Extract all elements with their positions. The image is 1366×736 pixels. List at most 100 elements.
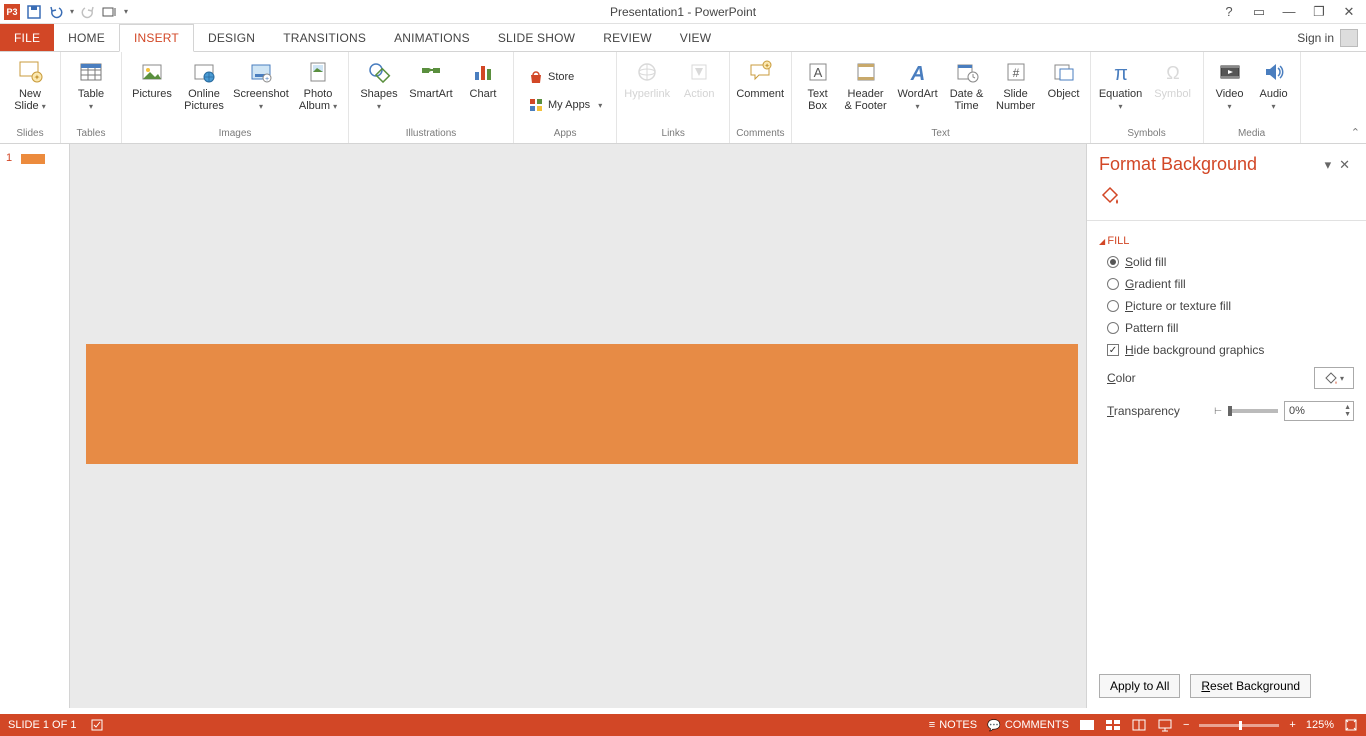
new-slide-button[interactable]: ✦ New Slide ▾ <box>6 54 54 113</box>
title-bar: P3 ▾ ▾ Presentation1 - PowerPoint ? ▭ — … <box>0 0 1366 24</box>
pictures-label: Pictures <box>132 88 172 100</box>
group-images: Pictures Online Pictures + Screenshot▾ Ph… <box>122 52 349 143</box>
slideshow-view-icon[interactable] <box>1157 718 1173 732</box>
close-icon[interactable]: ✕ <box>1340 4 1358 20</box>
table-button[interactable]: Table▾ <box>67 54 115 113</box>
undo-icon[interactable] <box>48 4 64 20</box>
online-pictures-button[interactable]: Online Pictures <box>180 54 228 112</box>
text-box-button[interactable]: AText Box <box>798 54 838 112</box>
video-button[interactable]: Video▾ <box>1210 54 1250 113</box>
normal-view-icon[interactable] <box>1079 718 1095 732</box>
tab-home[interactable]: HOME <box>54 24 119 51</box>
my-apps-button[interactable]: My Apps ▾ <box>524 95 606 115</box>
tab-view[interactable]: VIEW <box>666 24 725 51</box>
svg-text:+: + <box>265 76 269 83</box>
pictures-button[interactable]: Pictures <box>128 54 176 100</box>
screenshot-button[interactable]: + Screenshot▾ <box>232 54 290 113</box>
slide-sorter-icon[interactable] <box>1105 718 1121 732</box>
chart-label: Chart <box>470 88 497 100</box>
chart-button[interactable]: Chart <box>459 54 507 100</box>
tab-review[interactable]: REVIEW <box>589 24 666 51</box>
group-links-label: Links <box>623 128 723 141</box>
video-icon <box>1216 58 1244 86</box>
help-icon[interactable]: ? <box>1220 4 1238 20</box>
date-time-button[interactable]: Date & Time <box>946 54 988 112</box>
solid-fill-radio[interactable]: Solid fill <box>1099 251 1354 273</box>
thumbnail-panel[interactable]: 1 <box>0 144 70 708</box>
fill-tab-icon[interactable] <box>1099 185 1121 207</box>
tab-design[interactable]: DESIGN <box>194 24 269 51</box>
tab-file[interactable]: FILE <box>0 24 54 51</box>
svg-text:✦: ✦ <box>34 73 41 82</box>
comments-icon: 💬 <box>987 719 1001 732</box>
comment-button[interactable]: ✦Comment <box>736 54 784 100</box>
comments-button[interactable]: 💬 COMMENTS <box>987 719 1069 732</box>
ribbon-tabs: FILE HOME INSERT DESIGN TRANSITIONS ANIM… <box>0 24 1366 52</box>
restore-icon[interactable]: ❐ <box>1310 4 1328 20</box>
photo-album-button[interactable]: Photo Album ▾ <box>294 54 342 113</box>
redo-icon[interactable] <box>80 4 96 20</box>
smartart-button[interactable]: SmartArt <box>407 54 455 100</box>
group-comments-label: Comments <box>736 128 784 141</box>
transparency-slider[interactable] <box>1228 409 1278 413</box>
tab-animations[interactable]: ANIMATIONS <box>380 24 484 51</box>
zoom-in-button[interactable]: + <box>1289 719 1295 731</box>
reading-view-icon[interactable] <box>1131 718 1147 732</box>
store-button[interactable]: Store <box>524 67 578 87</box>
format-pane-options-icon[interactable]: ▾ <box>1321 157 1336 173</box>
tab-slideshow[interactable]: SLIDE SHOW <box>484 24 589 51</box>
comment-label: Comment <box>736 88 784 100</box>
quick-access-toolbar: P3 ▾ ▾ <box>0 4 128 20</box>
screenshot-label: Screenshot▾ <box>233 88 289 113</box>
color-picker-button[interactable]: ▾ <box>1314 367 1354 389</box>
slide-canvas[interactable] <box>70 144 1086 708</box>
save-icon[interactable] <box>26 4 42 20</box>
my-apps-icon <box>528 97 544 113</box>
date-time-label: Date & Time <box>950 88 984 112</box>
start-from-beginning-icon[interactable] <box>102 4 118 20</box>
pattern-fill-radio[interactable]: Pattern fill <box>1099 317 1354 339</box>
fit-to-window-icon[interactable] <box>1344 718 1358 732</box>
picture-texture-radio[interactable]: Picture or texture fill <box>1099 295 1354 317</box>
notes-button[interactable]: ≡ NOTES <box>929 719 977 731</box>
tab-transitions[interactable]: TRANSITIONS <box>269 24 380 51</box>
minimize-icon[interactable]: — <box>1280 4 1298 20</box>
window-title: Presentation1 - PowerPoint <box>610 5 756 19</box>
zoom-out-button[interactable]: − <box>1183 719 1189 731</box>
wordart-button[interactable]: AWordArt▾ <box>894 54 942 113</box>
audio-button[interactable]: Audio▾ <box>1254 54 1294 113</box>
group-symbols: πEquation▾ ΩSymbol Symbols <box>1091 52 1204 143</box>
gradient-fill-label: Gradient fill <box>1125 277 1186 291</box>
reset-background-button[interactable]: Reset Background <box>1190 674 1311 698</box>
undo-dropdown-icon[interactable]: ▾ <box>70 7 74 16</box>
action-label: Action <box>684 88 715 100</box>
apply-to-all-button[interactable]: Apply to All <box>1099 674 1180 698</box>
header-footer-button[interactable]: Header & Footer <box>842 54 890 112</box>
photo-album-icon <box>304 58 332 86</box>
spell-check-icon[interactable] <box>90 718 104 732</box>
fill-section-header[interactable]: Fill <box>1099 231 1354 251</box>
slide-number-button[interactable]: #Slide Number <box>992 54 1040 112</box>
transparency-spinner[interactable]: 0%▲▼ <box>1284 401 1354 421</box>
ribbon-options-icon[interactable]: ▭ <box>1250 4 1268 20</box>
thumbnail-1-preview[interactable] <box>21 154 45 164</box>
slide-counter[interactable]: SLIDE 1 OF 1 <box>8 719 76 731</box>
window-controls: ? ▭ — ❐ ✕ <box>1220 4 1366 20</box>
object-button[interactable]: Object <box>1044 54 1084 100</box>
sign-in[interactable]: Sign in <box>1289 24 1366 51</box>
tab-insert[interactable]: INSERT <box>119 24 194 52</box>
equation-button[interactable]: πEquation▾ <box>1097 54 1145 113</box>
group-links: Hyperlink Action Links <box>617 52 730 143</box>
zoom-slider[interactable] <box>1199 724 1279 727</box>
gradient-fill-radio[interactable]: Gradient fill <box>1099 273 1354 295</box>
header-footer-icon <box>852 58 880 86</box>
qat-customize-icon[interactable]: ▾ <box>124 7 128 16</box>
shapes-button[interactable]: Shapes▾ <box>355 54 403 113</box>
hide-bg-checkbox[interactable]: ✓Hide background graphics <box>1099 339 1354 361</box>
table-icon <box>77 58 105 86</box>
wordart-icon: A <box>904 58 932 86</box>
format-pane-close-icon[interactable]: ✕ <box>1335 157 1354 173</box>
checkbox-icon: ✓ <box>1107 344 1119 356</box>
zoom-level[interactable]: 125% <box>1306 719 1334 731</box>
collapse-ribbon-icon[interactable]: ⌃ <box>1351 126 1360 139</box>
